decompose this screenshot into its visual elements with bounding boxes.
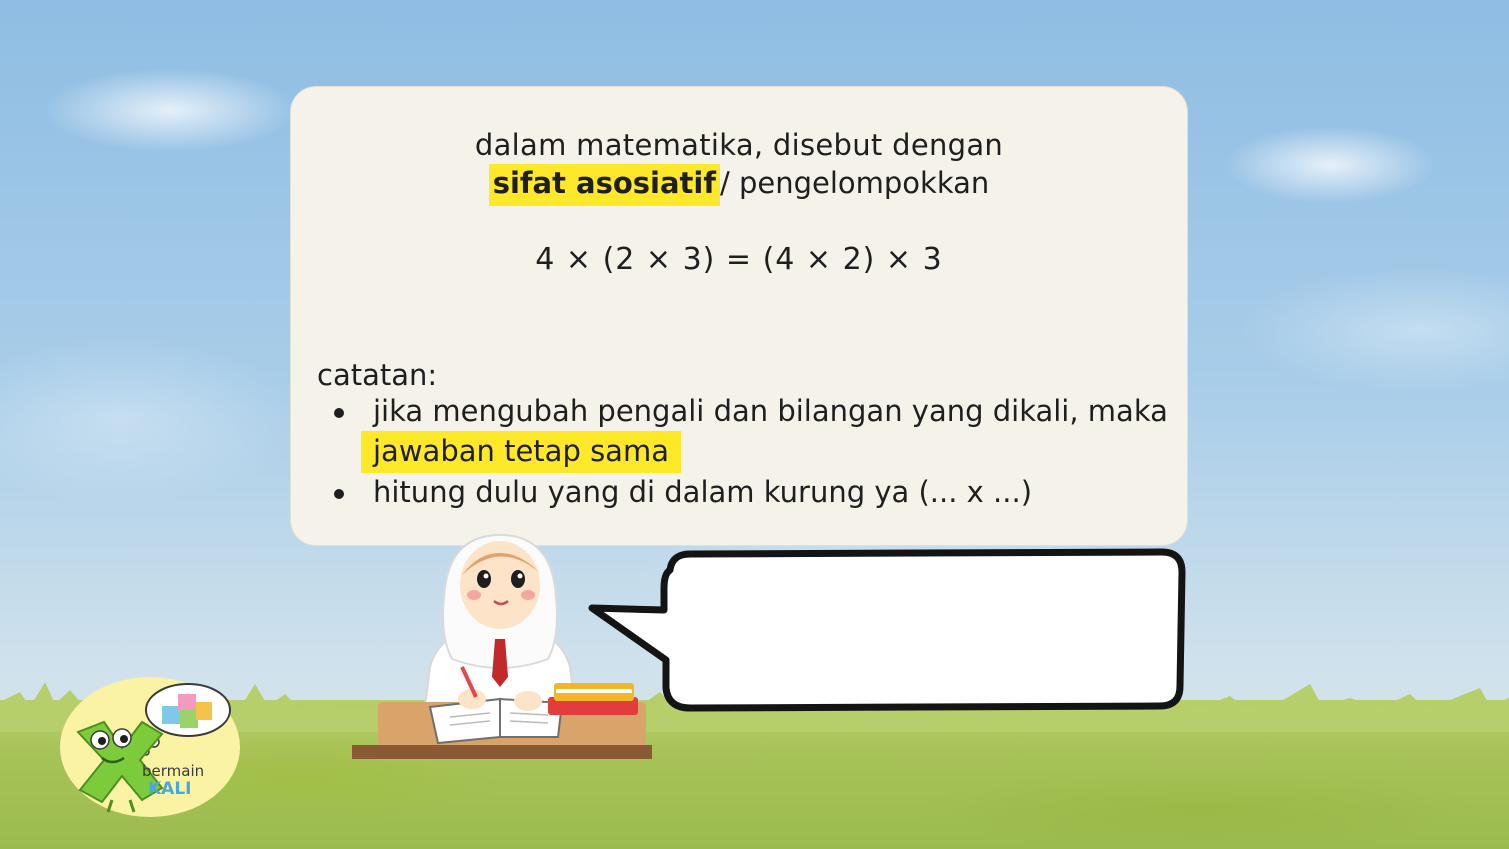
notes-list: jika mengubah pengali dan bilangan yang …	[330, 392, 1180, 512]
bermain-kali-logo: bermain KALI	[58, 672, 243, 821]
speech-bubble	[586, 548, 1186, 717]
equation: 4 × (2 × 3) = (4 × 2) × 3	[535, 242, 943, 277]
bullet1-text: jika mengubah pengali dan bilangan yang …	[373, 394, 1168, 428]
bullet1-highlight: jawaban tetap sama	[361, 431, 681, 473]
explanation-card: dalam matematika, disebut dengan sifat a…	[290, 86, 1188, 546]
bullet-dot	[334, 489, 344, 499]
term-line: sifat asosiatif / pengelompokkan	[290, 164, 1188, 206]
list-item: hitung dulu yang di dalam kurung ya (...…	[330, 473, 1180, 512]
list-item: jika mengubah pengali dan bilangan yang …	[330, 392, 1180, 473]
student-girl-illustration	[350, 527, 660, 771]
term-suffix: / pengelompokkan	[719, 166, 990, 200]
bullet-dot	[334, 408, 344, 418]
bullet2-text: hitung dulu yang di dalam kurung ya (...…	[373, 475, 1033, 509]
intro-text: dalam matematika, disebut dengan	[474, 128, 1004, 162]
notes-heading: catatan:	[317, 358, 438, 392]
logo-text-bermain: bermain	[142, 762, 204, 780]
term-highlight: sifat asosiatif	[488, 164, 720, 206]
logo-text-kali: KALI	[148, 779, 192, 799]
